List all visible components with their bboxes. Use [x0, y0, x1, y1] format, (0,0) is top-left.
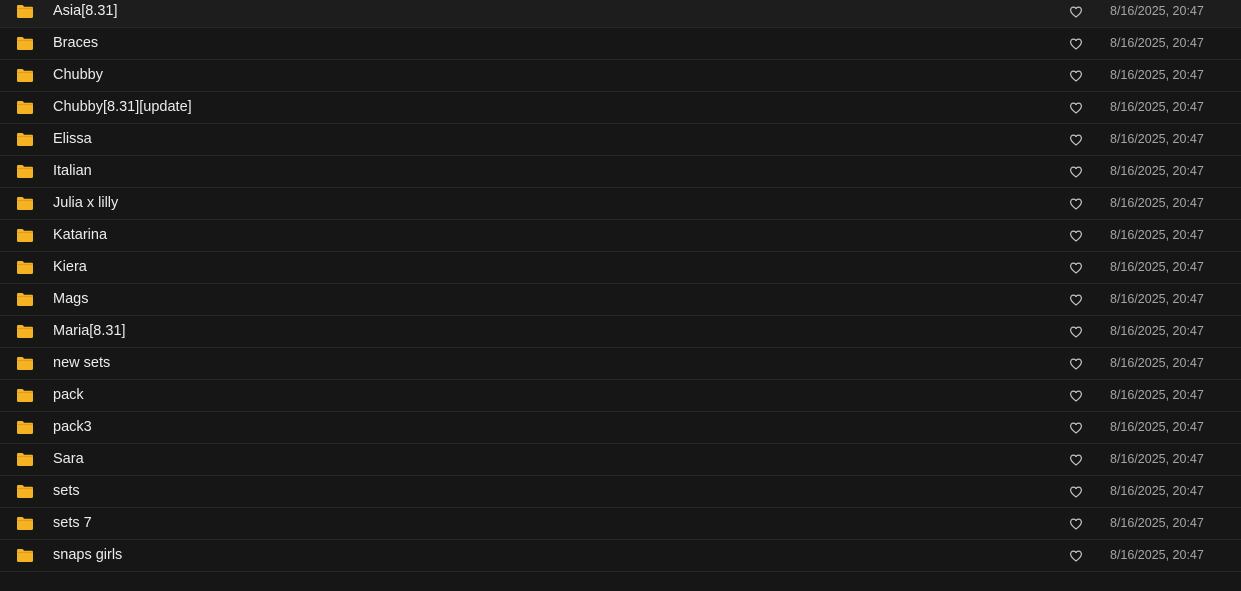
modified-date: 8/16/2025, 20:47	[1110, 356, 1204, 370]
file-name: new sets	[53, 355, 111, 371]
heart-outline-icon[interactable]	[1069, 37, 1083, 51]
file-row[interactable]: Chubby[8.31][update] 8/16/2025, 20:47	[0, 92, 1241, 124]
folder-icon	[16, 260, 34, 275]
folder-icon	[16, 516, 34, 531]
modified-date: 8/16/2025, 20:47	[1110, 260, 1204, 274]
modified-date: 8/16/2025, 20:47	[1110, 68, 1204, 82]
heart-outline-icon[interactable]	[1069, 261, 1083, 275]
heart-outline-icon[interactable]	[1069, 229, 1083, 243]
file-row[interactable]: sets 8/16/2025, 20:47	[0, 476, 1241, 508]
modified-date: 8/16/2025, 20:47	[1110, 196, 1204, 210]
heart-outline-icon[interactable]	[1069, 165, 1083, 179]
folder-icon	[16, 196, 34, 211]
file-name: sets	[53, 483, 80, 499]
file-name: Braces	[53, 35, 99, 51]
folder-icon	[16, 452, 34, 467]
modified-date: 8/16/2025, 20:47	[1110, 292, 1204, 306]
modified-date: 8/16/2025, 20:47	[1110, 228, 1204, 242]
file-row[interactable]: Kiera 8/16/2025, 20:47	[0, 252, 1241, 284]
heart-outline-icon[interactable]	[1069, 133, 1083, 147]
file-name: Chubby	[53, 67, 103, 83]
file-row[interactable]: Sara 8/16/2025, 20:47	[0, 444, 1241, 476]
file-list: Asia[8.31] 8/16/2025, 20:47 Braces 8/16/…	[0, 0, 1241, 572]
folder-icon	[16, 132, 34, 147]
modified-date: 8/16/2025, 20:47	[1110, 132, 1204, 146]
file-row[interactable]: Elissa 8/16/2025, 20:47	[0, 124, 1241, 156]
file-row[interactable]: Julia x lilly 8/16/2025, 20:47	[0, 188, 1241, 220]
file-row[interactable]: Chubby 8/16/2025, 20:47	[0, 60, 1241, 92]
heart-outline-icon[interactable]	[1069, 549, 1083, 563]
folder-icon	[16, 4, 34, 19]
folder-icon	[16, 324, 34, 339]
file-name: Katarina	[53, 227, 108, 243]
file-name: Asia[8.31]	[53, 3, 118, 19]
file-name: Italian	[53, 163, 92, 179]
folder-icon	[16, 388, 34, 403]
file-name: Julia x lilly	[53, 195, 119, 211]
heart-outline-icon[interactable]	[1069, 357, 1083, 371]
heart-outline-icon[interactable]	[1069, 197, 1083, 211]
folder-icon	[16, 420, 34, 435]
file-name: Maria[8.31]	[53, 323, 126, 339]
modified-date: 8/16/2025, 20:47	[1110, 164, 1204, 178]
modified-date: 8/16/2025, 20:47	[1110, 36, 1204, 50]
file-name: Kiera	[53, 259, 87, 275]
file-row[interactable]: Katarina 8/16/2025, 20:47	[0, 220, 1241, 252]
modified-date: 8/16/2025, 20:47	[1110, 100, 1204, 114]
file-name: Elissa	[53, 131, 92, 147]
heart-outline-icon[interactable]	[1069, 421, 1083, 435]
folder-icon	[16, 356, 34, 371]
heart-outline-icon[interactable]	[1069, 5, 1083, 19]
file-row[interactable]: Mags 8/16/2025, 20:47	[0, 284, 1241, 316]
heart-outline-icon[interactable]	[1069, 485, 1083, 499]
file-name: Sara	[53, 451, 84, 467]
file-row[interactable]: Italian 8/16/2025, 20:47	[0, 156, 1241, 188]
file-row[interactable]: snaps girls 8/16/2025, 20:47	[0, 540, 1241, 572]
file-name: sets 7	[53, 515, 92, 531]
heart-outline-icon[interactable]	[1069, 69, 1083, 83]
modified-date: 8/16/2025, 20:47	[1110, 420, 1204, 434]
heart-outline-icon[interactable]	[1069, 517, 1083, 531]
file-name: pack	[53, 387, 84, 403]
heart-outline-icon[interactable]	[1069, 389, 1083, 403]
heart-outline-icon[interactable]	[1069, 453, 1083, 467]
folder-icon	[16, 548, 34, 563]
modified-date: 8/16/2025, 20:47	[1110, 548, 1204, 562]
file-name: Chubby[8.31][update]	[53, 99, 192, 115]
heart-outline-icon[interactable]	[1069, 293, 1083, 307]
heart-outline-icon[interactable]	[1069, 101, 1083, 115]
file-row[interactable]: pack3 8/16/2025, 20:47	[0, 412, 1241, 444]
file-row[interactable]: Asia[8.31] 8/16/2025, 20:47	[0, 0, 1241, 28]
modified-date: 8/16/2025, 20:47	[1110, 484, 1204, 498]
folder-icon	[16, 164, 34, 179]
file-name: Mags	[53, 291, 89, 307]
modified-date: 8/16/2025, 20:47	[1110, 452, 1204, 466]
file-name: snaps girls	[53, 547, 123, 563]
modified-date: 8/16/2025, 20:47	[1110, 516, 1204, 530]
folder-icon	[16, 292, 34, 307]
file-row[interactable]: pack 8/16/2025, 20:47	[0, 380, 1241, 412]
file-row[interactable]: sets 7 8/16/2025, 20:47	[0, 508, 1241, 540]
folder-icon	[16, 36, 34, 51]
file-row[interactable]: Maria[8.31] 8/16/2025, 20:47	[0, 316, 1241, 348]
file-row[interactable]: Braces 8/16/2025, 20:47	[0, 28, 1241, 60]
modified-date: 8/16/2025, 20:47	[1110, 324, 1204, 338]
file-name: pack3	[53, 419, 92, 435]
folder-icon	[16, 100, 34, 115]
folder-icon	[16, 68, 34, 83]
file-row[interactable]: new sets 8/16/2025, 20:47	[0, 348, 1241, 380]
modified-date: 8/16/2025, 20:47	[1110, 388, 1204, 402]
folder-icon	[16, 228, 34, 243]
heart-outline-icon[interactable]	[1069, 325, 1083, 339]
modified-date: 8/16/2025, 20:47	[1110, 4, 1204, 18]
folder-icon	[16, 484, 34, 499]
